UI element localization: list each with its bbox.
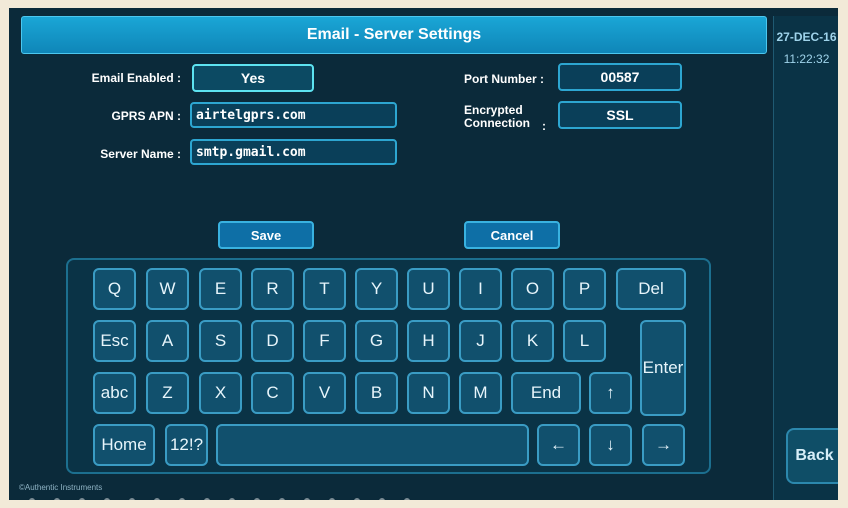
bezel-dot [179,498,185,500]
key-end[interactable]: End [511,372,581,414]
key-x[interactable]: X [199,372,242,414]
bezel-dot [379,498,385,500]
key-del[interactable]: Del [616,268,686,310]
arrow-down-icon[interactable]: ↓ [589,424,632,466]
key-symbols[interactable]: 12!? [165,424,208,466]
time-display: 11:22:32 [783,52,830,66]
bezel-dot [204,498,210,500]
key-y[interactable]: Y [355,268,398,310]
key-a[interactable]: A [146,320,189,362]
encrypted-colon: : [542,119,546,133]
key-e[interactable]: E [199,268,242,310]
key-l[interactable]: L [563,320,606,362]
arrow-left-icon[interactable]: ← [537,424,580,466]
key-enter[interactable]: Enter [640,320,686,416]
gprs-apn-label: GPRS APN : [111,109,181,123]
on-screen-keyboard: Q W E R T Y U I O P Del Esc A S D F G H … [66,258,711,474]
encrypted-connection-field[interactable]: SSL [558,101,682,129]
encrypted-label-line2: Connection [464,116,530,130]
bezel-dot [79,498,85,500]
back-button[interactable]: Back [786,428,838,484]
date-display: 27-DEC-16 [776,30,837,44]
key-z[interactable]: Z [146,372,189,414]
cancel-button[interactable]: Cancel [464,221,560,249]
bezel-dot [404,498,410,500]
server-name-label: Server Name : [100,147,181,161]
bezel-dot [304,498,310,500]
bezel-dot [29,498,35,500]
key-m[interactable]: M [459,372,502,414]
arrow-right-icon[interactable]: → [642,424,685,466]
key-i[interactable]: I [459,268,502,310]
key-esc[interactable]: Esc [93,320,136,362]
bezel-dot [279,498,285,500]
key-u[interactable]: U [407,268,450,310]
bezel-dot [54,498,60,500]
email-enabled-label: Email Enabled : [91,71,181,85]
server-name-input[interactable]: smtp.gmail.com [190,139,397,165]
key-d[interactable]: D [251,320,294,362]
key-h[interactable]: H [407,320,450,362]
bezel-dot [354,498,360,500]
key-q[interactable]: Q [93,268,136,310]
key-s[interactable]: S [199,320,242,362]
email-enabled-field[interactable]: Yes [192,64,314,92]
arrow-up-icon[interactable]: ↑ [589,372,632,414]
key-c[interactable]: C [251,372,294,414]
gprs-apn-input[interactable]: airtelgprs.com [190,102,397,128]
key-home[interactable]: Home [93,424,155,466]
key-b[interactable]: B [355,372,398,414]
save-button[interactable]: Save [218,221,314,249]
key-abc[interactable]: abc [93,372,136,414]
port-number-input[interactable]: 00587 [558,63,682,91]
bezel-dot [254,498,260,500]
bezel-dot [229,498,235,500]
key-t[interactable]: T [303,268,346,310]
key-j[interactable]: J [459,320,502,362]
page-title: Email - Server Settings [21,16,767,54]
bezel-dot [154,498,160,500]
key-space[interactable] [216,424,529,466]
key-f[interactable]: F [303,320,346,362]
key-r[interactable]: R [251,268,294,310]
device-screen: Email - Server Settings 27-DEC-16 11:22:… [9,8,838,500]
bezel-dot [104,498,110,500]
key-o[interactable]: O [511,268,554,310]
copyright-text: ©Authentic Instruments [19,483,103,492]
key-g[interactable]: G [355,320,398,362]
key-n[interactable]: N [407,372,450,414]
encrypted-connection-label: Encrypted Connection [464,104,534,130]
status-panel: 27-DEC-16 11:22:32 Back [773,16,838,500]
port-number-label: Port Number : [464,72,545,86]
key-k[interactable]: K [511,320,554,362]
key-p[interactable]: P [563,268,606,310]
key-w[interactable]: W [146,268,189,310]
bezel-dot [129,498,135,500]
key-v[interactable]: V [303,372,346,414]
bezel-dot [329,498,335,500]
